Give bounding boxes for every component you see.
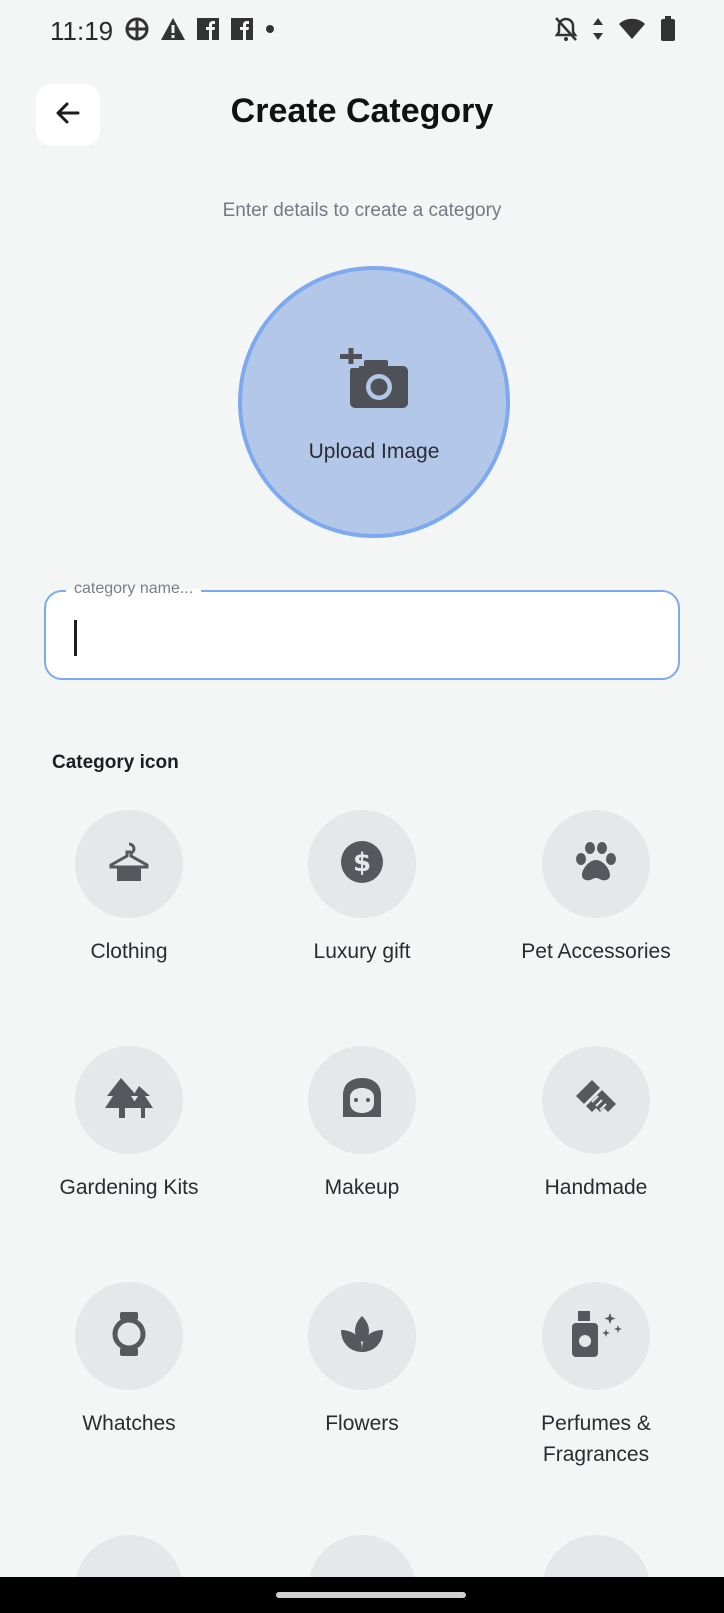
category-option-partial[interactable] xyxy=(542,1535,650,1577)
category-option-whatches[interactable]: Whatches xyxy=(9,1282,249,1439)
add-camera-icon xyxy=(340,346,412,417)
facebook-icon xyxy=(230,17,254,41)
status-bar: 11:19 xyxy=(0,0,724,64)
svg-text:$: $ xyxy=(353,848,371,878)
category-option-label: Pet Accessories xyxy=(521,940,671,963)
watch-icon xyxy=(111,1311,147,1362)
vpn-icon xyxy=(124,16,150,42)
home-gesture-handle[interactable] xyxy=(276,1592,466,1598)
dollar-coin-icon: $ xyxy=(339,839,385,890)
category-name-field[interactable]: category name... xyxy=(44,580,680,680)
bell-off-icon xyxy=(554,16,578,47)
category-option-luxury-gift[interactable]: $ Luxury gift xyxy=(242,810,482,967)
category-icon-partial-row xyxy=(0,1535,724,1577)
category-option-label: Whatches xyxy=(82,1412,176,1435)
category-option-label: Makeup xyxy=(324,1176,400,1199)
system-navigation-bar xyxy=(0,1577,724,1613)
page-subtitle: Enter details to create a category xyxy=(222,200,502,221)
status-time: 11:19 xyxy=(50,16,114,46)
category-option-label: Handmade xyxy=(544,1176,648,1199)
facebook-icon xyxy=(196,17,220,41)
category-option-label: Flowers xyxy=(325,1412,399,1435)
category-icon-section-label: Category icon xyxy=(52,752,179,773)
wifi-icon xyxy=(618,18,646,45)
face-icon xyxy=(339,1075,385,1126)
category-option-handmade[interactable]: Handmade xyxy=(476,1046,716,1203)
category-option-label: Clothing xyxy=(90,940,168,963)
text-caret xyxy=(74,620,77,656)
category-option-clothing[interactable]: Clothing xyxy=(9,810,249,967)
hanger-icon xyxy=(107,840,151,889)
category-option-perfumes-fragrances[interactable]: Perfumes & Fragrances xyxy=(476,1282,716,1470)
upload-image-button[interactable]: Upload Image xyxy=(238,266,510,538)
warning-icon xyxy=(160,17,186,41)
battery-icon xyxy=(660,16,676,47)
category-option-gardening-kits[interactable]: Gardening Kits xyxy=(9,1046,249,1203)
category-option-makeup[interactable]: Makeup xyxy=(242,1046,482,1203)
paw-icon xyxy=(573,840,619,889)
data-icon xyxy=(592,17,604,46)
category-option-label: Luxury gift xyxy=(313,940,411,963)
dot-icon xyxy=(264,23,276,35)
page-title: Create Category xyxy=(230,92,494,130)
category-option-partial[interactable] xyxy=(75,1535,183,1577)
category-option-partial[interactable] xyxy=(308,1535,416,1577)
category-option-label: Perfumes & Fragrances xyxy=(541,1412,651,1466)
trees-icon xyxy=(103,1076,155,1125)
category-name-input[interactable] xyxy=(68,612,652,660)
category-option-label: Gardening Kits xyxy=(59,1176,199,1199)
perfume-icon xyxy=(570,1309,622,1364)
category-option-pet-accessories[interactable]: Pet Accessories xyxy=(476,810,716,967)
category-name-label: category name... xyxy=(66,580,202,598)
category-option-flowers[interactable]: Flowers xyxy=(242,1282,482,1439)
lotus-icon xyxy=(339,1314,385,1359)
upload-image-label: Upload Image xyxy=(308,440,440,463)
handshake-icon xyxy=(572,1076,620,1125)
